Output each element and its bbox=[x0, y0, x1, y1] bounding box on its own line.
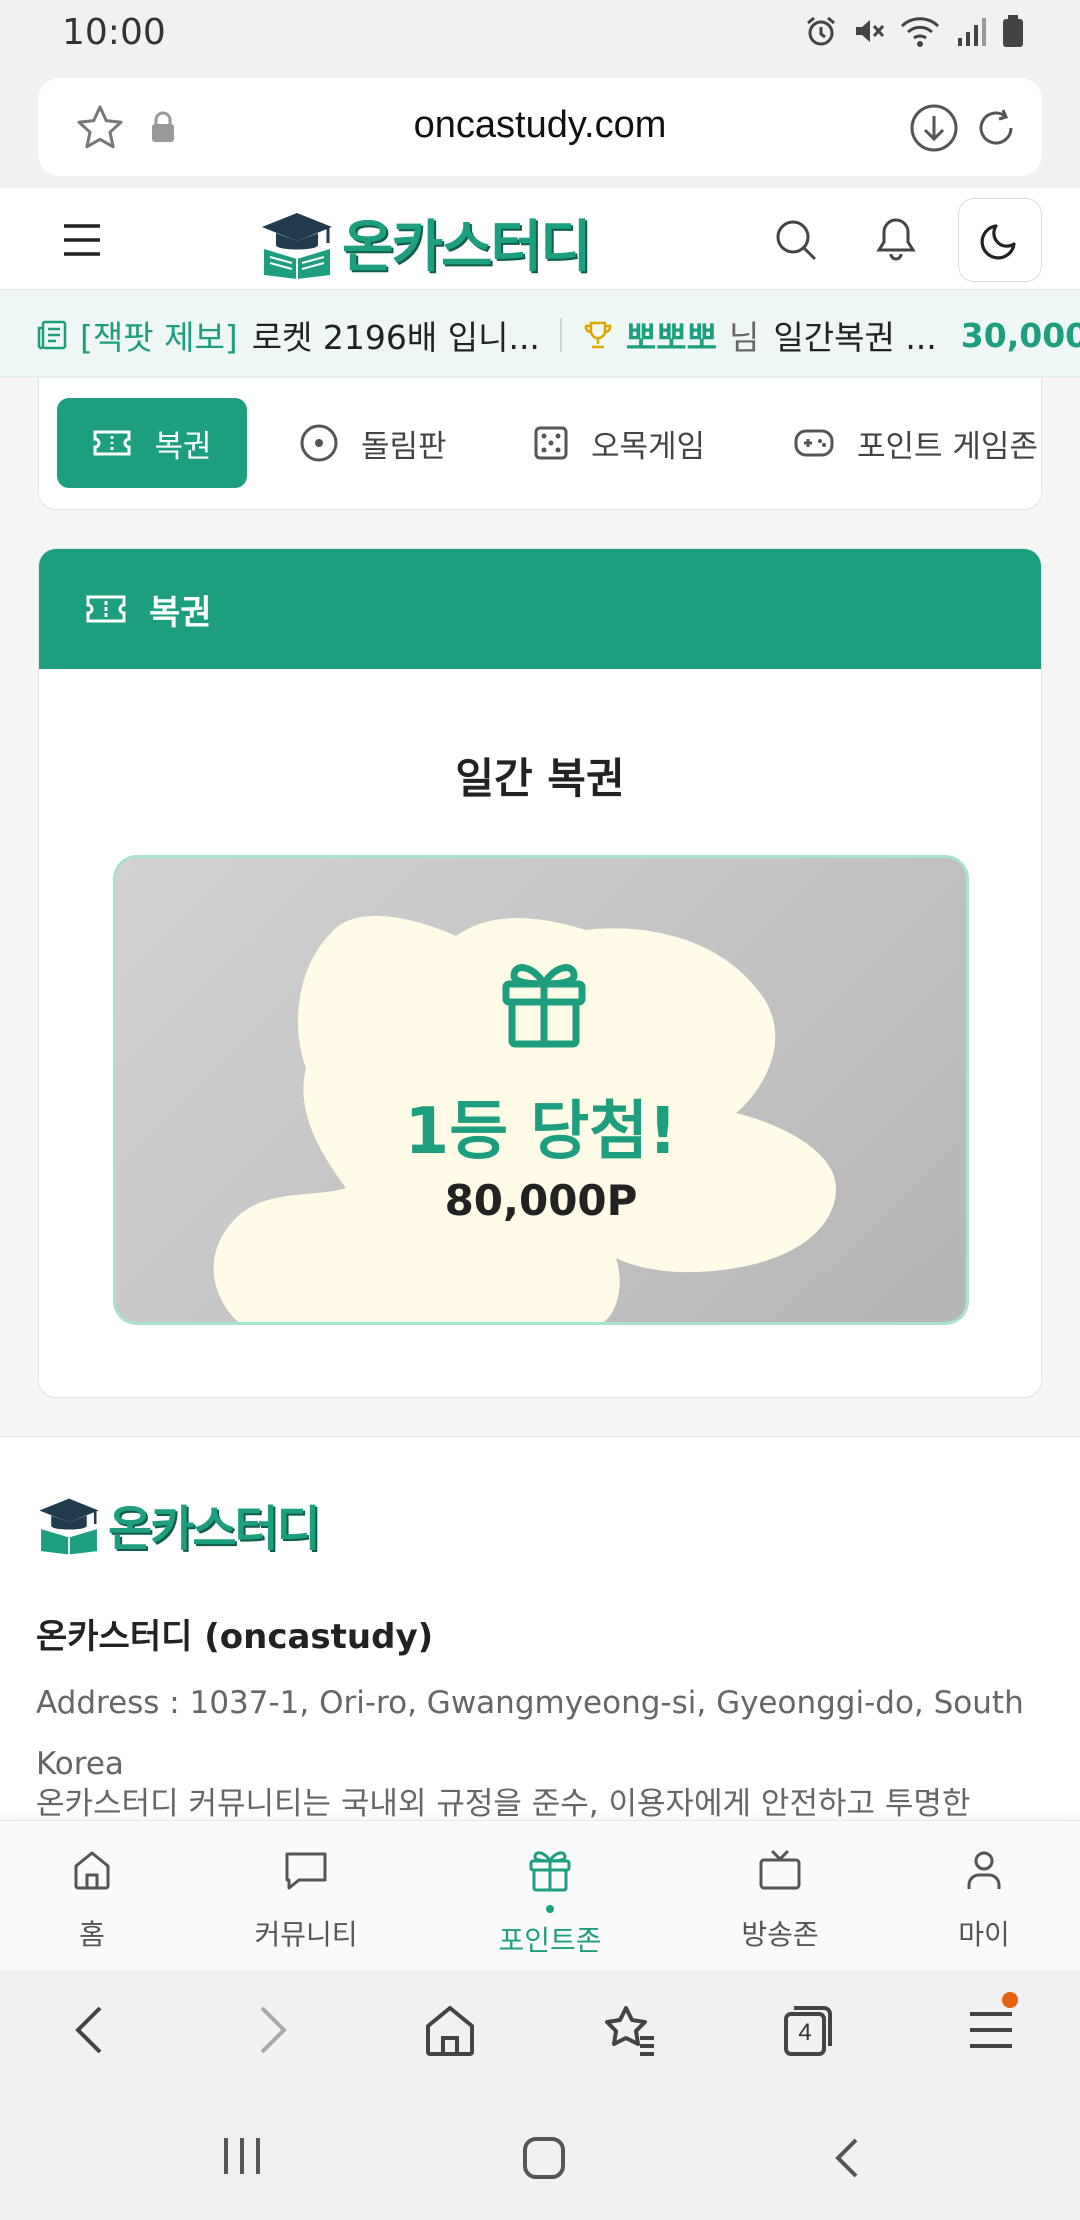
nav-label: 커뮤니티 bbox=[254, 1918, 358, 1951]
footer-address: Address : 1037-1, Ori-ro, Gwangmyeong-si… bbox=[36, 1685, 1024, 1782]
gamepad-icon bbox=[794, 429, 834, 457]
recent-apps-icon[interactable] bbox=[222, 2136, 262, 2176]
alarm-icon bbox=[807, 16, 835, 46]
menu-icon bbox=[970, 2012, 1012, 2048]
download-icon[interactable] bbox=[908, 102, 960, 154]
url-text[interactable]: oncastudy.com bbox=[38, 104, 1042, 147]
bell-icon[interactable] bbox=[874, 216, 918, 262]
news-icon bbox=[37, 320, 67, 350]
ticker-honorific: 님 bbox=[729, 318, 760, 357]
ticker-text: 로켓 2196배 입니... bbox=[251, 318, 540, 357]
tab-label: 복권 bbox=[154, 428, 212, 465]
nav-broadcast[interactable]: 방송존 bbox=[700, 1839, 860, 1953]
tab-lottery[interactable]: 복권 bbox=[57, 398, 247, 488]
gift-icon bbox=[502, 964, 586, 1048]
status-time: 10:00 bbox=[62, 12, 166, 53]
mute-icon bbox=[856, 20, 885, 42]
status-bar: 10:00 bbox=[0, 0, 1080, 66]
tv-icon bbox=[759, 1849, 801, 1890]
reload-icon[interactable] bbox=[970, 102, 1022, 154]
roulette-icon bbox=[300, 424, 338, 462]
active-indicator bbox=[546, 1905, 554, 1913]
footer-logo[interactable]: 온카스터디 bbox=[36, 1489, 321, 1559]
trophy-icon bbox=[584, 321, 612, 349]
lottery-card-header: 복권 bbox=[39, 549, 1041, 669]
theme-toggle-button[interactable] bbox=[958, 198, 1042, 282]
nav-label: 포인트존 bbox=[498, 1924, 602, 1957]
gift-icon bbox=[529, 1851, 571, 1892]
tabs-count: 4 bbox=[798, 2019, 812, 2046]
graduation-book-icon bbox=[39, 1498, 99, 1555]
user-icon bbox=[967, 1851, 1001, 1889]
logo-text: 온카스터디 bbox=[342, 215, 592, 280]
tab-label: 포인트 게임존 bbox=[857, 428, 1038, 465]
nav-home[interactable]: 홈 bbox=[12, 1839, 172, 1953]
nav-label: 마이 bbox=[958, 1918, 1010, 1951]
dice-icon bbox=[534, 426, 568, 460]
home-icon bbox=[74, 1851, 110, 1890]
point-zone-tabs: 복권 돌림판 오목게임 포인트 게임존 bbox=[38, 378, 1042, 510]
ticker-amount: 30,000P bbox=[960, 315, 1080, 355]
chat-icon bbox=[285, 1852, 327, 1890]
lottery-card: 복권 일간 복권 1등 당첨! 80,000P bbox=[38, 548, 1042, 1398]
footer-company: 온카스터디 (oncastudy) bbox=[36, 1617, 434, 1657]
tab-label: 돌림판 bbox=[361, 428, 447, 465]
ticker-row: [잭팟 제보] 로켓 2196배 입니... 뽀뽀뽀 님 일간복권 ... 30… bbox=[36, 313, 1080, 357]
nav-label: 방송존 bbox=[741, 1918, 819, 1951]
tab-point-game-zone[interactable]: 포인트 게임존 bbox=[793, 398, 1038, 488]
signal-icon bbox=[958, 18, 986, 46]
lottery-card-title: 복권 bbox=[149, 592, 212, 633]
scratch-card[interactable]: 1등 당첨! 80,000P bbox=[113, 855, 969, 1325]
bottom-nav: 홈 커뮤니티 포인트존 방송존 마이 bbox=[0, 1820, 1080, 1970]
ticker-user: 뽀뽀뽀 bbox=[625, 318, 718, 357]
tabs-button[interactable]: 4 bbox=[780, 2000, 836, 2060]
main-content: 복권 돌림판 오목게임 포인트 게임존 복권 일간 복권 1등 당첨! 80,0… bbox=[0, 378, 1080, 1820]
site-footer: 온카스터디 온카스터디 (oncastudy) Address : 1037-1… bbox=[0, 1436, 1080, 1820]
ticker-event: 일간복권 ... bbox=[773, 318, 937, 357]
jackpot-ticker[interactable]: [잭팟 제보] 로켓 2196배 입니... 뽀뽀뽀 님 일간복권 ... 30… bbox=[0, 291, 1080, 377]
footer-description: 온카스터디 커뮤니티는 국내외 규정을 준수, 이용자에게 안전하고 투명한 bbox=[36, 1786, 971, 1820]
browser-toolbar: 4 bbox=[0, 1970, 1080, 2100]
ticker-tag: [잭팟 제보] bbox=[80, 318, 238, 357]
tab-omok[interactable]: 오목게임 bbox=[533, 398, 705, 488]
site-logo[interactable]: 온카스터디 bbox=[258, 202, 592, 283]
status-icons bbox=[804, 14, 1024, 48]
ticker-divider bbox=[559, 318, 562, 352]
url-bar[interactable]: oncastudy.com bbox=[38, 78, 1042, 176]
prize-title: 1등 당첨! bbox=[404, 1095, 678, 1169]
forward-icon[interactable] bbox=[252, 2000, 292, 2060]
tab-roulette[interactable]: 돌림판 bbox=[299, 398, 447, 488]
tab-label: 오목게임 bbox=[591, 428, 706, 465]
system-back-icon[interactable] bbox=[832, 2136, 862, 2180]
site-header: 온카스터디 bbox=[0, 188, 1080, 290]
search-icon[interactable] bbox=[774, 218, 818, 262]
nav-community[interactable]: 커뮤니티 bbox=[226, 1839, 386, 1953]
nav-label: 홈 bbox=[79, 1918, 105, 1951]
bookmarks-icon[interactable] bbox=[600, 2000, 658, 2060]
ticket-icon bbox=[86, 595, 126, 623]
browser-menu-button[interactable] bbox=[968, 1992, 1018, 2060]
battery-icon bbox=[1003, 15, 1023, 47]
back-icon[interactable] bbox=[70, 2000, 110, 2060]
nav-point-zone[interactable]: 포인트존 bbox=[470, 1839, 630, 1959]
ticket-icon bbox=[93, 430, 131, 456]
notification-dot bbox=[1002, 1992, 1018, 2008]
home-button-icon[interactable] bbox=[522, 2136, 566, 2180]
daily-lottery-title: 일간 복권 bbox=[455, 754, 625, 803]
prize-amount: 80,000P bbox=[444, 1176, 638, 1225]
footer-logo-text: 온카스터디 bbox=[108, 1501, 321, 1557]
moon-icon bbox=[980, 224, 1016, 260]
graduation-book-icon bbox=[262, 212, 332, 279]
system-nav-bar bbox=[0, 2100, 1080, 2220]
browser-home-icon[interactable] bbox=[424, 2000, 476, 2060]
nav-my[interactable]: 마이 bbox=[904, 1839, 1064, 1953]
wifi-icon bbox=[900, 17, 940, 47]
menu-icon[interactable] bbox=[62, 222, 102, 258]
